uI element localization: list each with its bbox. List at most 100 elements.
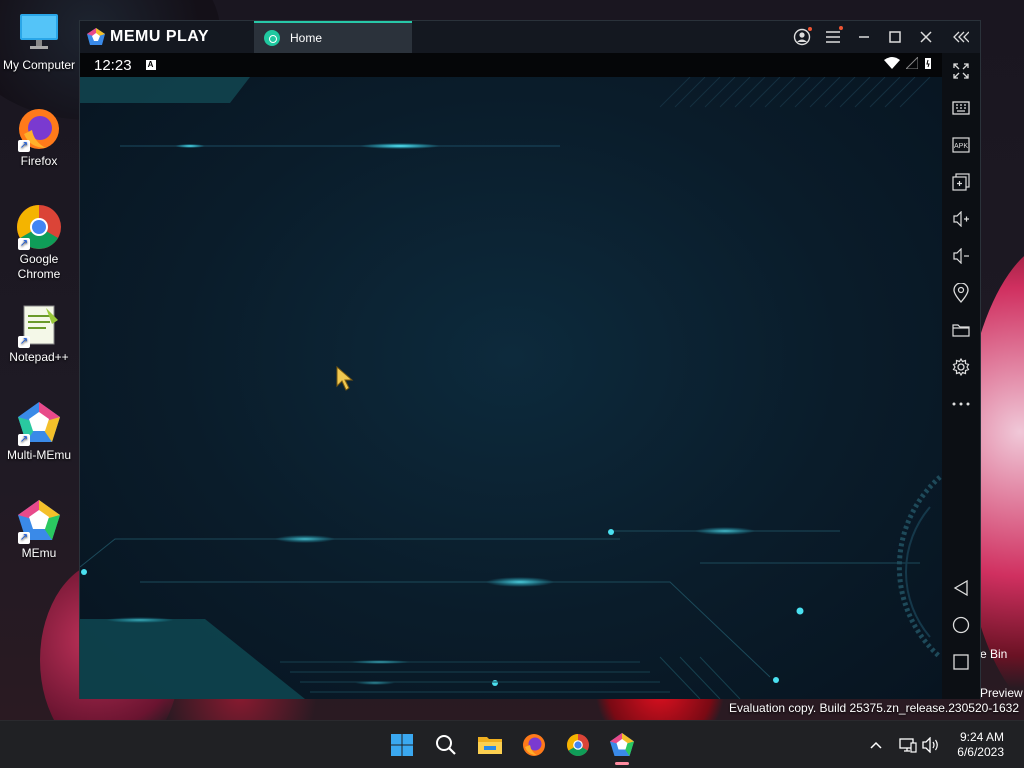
volume-button[interactable]: [921, 735, 941, 755]
recycle-bin-label[interactable]: e Bin: [980, 647, 1007, 661]
menu-icon: [826, 31, 840, 43]
mouse-cursor-icon: [336, 366, 354, 391]
keyboard-button[interactable]: [949, 96, 973, 120]
fullscreen-icon: [953, 63, 969, 79]
more-button[interactable]: [949, 392, 973, 416]
taskbar-chrome-button[interactable]: [562, 729, 594, 761]
minimize-button[interactable]: [852, 25, 876, 49]
android-status-bar: 12:23 A: [80, 53, 942, 77]
location-button[interactable]: [949, 281, 973, 305]
file-explorer-icon: [478, 737, 502, 754]
clock-date: 6/6/2023: [957, 745, 1004, 759]
taskbar-clock[interactable]: 9:24 AM 6/6/2023: [957, 730, 1004, 760]
memu-icon: ↗: [16, 498, 62, 544]
network-icon: [899, 738, 917, 753]
desktop-icon-label: Google Chrome: [17, 252, 61, 281]
notification-a-icon: A: [145, 60, 156, 70]
multi-window-icon: [952, 173, 970, 191]
multi-window-button[interactable]: [949, 170, 973, 194]
recents-button[interactable]: [949, 650, 973, 674]
taskbar-memu-button[interactable]: [606, 729, 638, 765]
network-button[interactable]: [898, 735, 918, 755]
firefox-icon: ↗: [16, 106, 62, 152]
apk-icon: APK: [952, 137, 970, 153]
battery-icon: [925, 58, 931, 69]
desktop-icon-chrome[interactable]: ↗ Google Chrome: [0, 204, 78, 282]
memu-titlebar[interactable]: MEMU PLAY Home: [80, 21, 980, 53]
volume-up-button[interactable]: [949, 207, 973, 231]
more-icon: [952, 402, 970, 406]
maximize-icon: [889, 31, 901, 43]
home-background-graphic: [80, 77, 942, 699]
recents-icon: [953, 654, 969, 670]
menu-button[interactable]: [821, 25, 845, 49]
desktop-icon-label: Firefox: [20, 154, 58, 168]
desktop-icon-label: Multi-MEmu: [6, 448, 71, 462]
taskbar: 9:24 AM 6/6/2023: [0, 720, 1024, 768]
maximize-button[interactable]: [883, 25, 907, 49]
wifi-icon: [884, 57, 900, 69]
signal-icon: [906, 57, 918, 69]
back-icon: [953, 580, 968, 596]
memu-logo: MEMU PLAY: [86, 27, 209, 47]
clock-time: 9:24 AM: [959, 730, 1004, 744]
fullscreen-button[interactable]: [949, 59, 973, 83]
desktop-icon-notepadpp[interactable]: ↗ Notepad++: [0, 302, 78, 364]
desktop-icon-label: MEmu: [21, 546, 57, 560]
memu-brand: MEMU PLAY: [110, 28, 210, 45]
collapse-sidebar-icon: [953, 31, 969, 43]
apk-icon-text: APK: [954, 143, 968, 150]
file-explorer-button[interactable]: [474, 729, 506, 761]
status-time: 12:23: [94, 56, 132, 74]
search-button[interactable]: [430, 729, 462, 761]
location-icon: [953, 283, 969, 303]
close-button[interactable]: [914, 25, 938, 49]
chrome-icon: ↗: [16, 204, 62, 250]
collapse-sidebar-button[interactable]: [949, 25, 973, 49]
firefox-icon: [523, 734, 545, 756]
volume-down-icon: [953, 248, 969, 264]
status-system-icons: [884, 57, 932, 69]
home-tab-icon: [264, 30, 280, 46]
speaker-icon: [922, 737, 938, 753]
desktop-icon-memu[interactable]: ↗ MEmu: [0, 498, 78, 560]
start-icon: [391, 734, 413, 756]
desktop-icon-label: Notepad++: [9, 350, 69, 364]
notepadpp-icon: ↗: [16, 302, 62, 348]
minimize-icon: [859, 36, 869, 38]
keyboard-icon: [952, 101, 970, 115]
search-icon: [436, 735, 456, 755]
desktop-icon-multi-memu[interactable]: ↗ Multi-MEmu: [0, 400, 78, 462]
tab-home-label: Home: [290, 31, 323, 45]
settings-button[interactable]: [949, 355, 973, 379]
memu-tool-sidebar: APK: [942, 53, 980, 699]
home-icon: [952, 616, 970, 634]
preview-watermark: Preview: [980, 686, 1023, 700]
taskbar-firefox-button[interactable]: [518, 729, 550, 761]
show-hidden-icons-button[interactable]: [866, 735, 886, 755]
tab-home[interactable]: Home: [254, 21, 412, 53]
home-button[interactable]: [949, 613, 973, 637]
chrome-icon: [567, 734, 589, 756]
monitor-icon: [16, 10, 62, 56]
apk-button[interactable]: APK: [949, 133, 973, 157]
evaluation-watermark: Evaluation copy. Build 25375.zn_release.…: [729, 701, 1019, 715]
settings-icon: [952, 358, 970, 376]
close-icon: [920, 31, 932, 43]
android-home-screen[interactable]: [80, 77, 942, 699]
memu-logo-icon: [87, 28, 105, 45]
desktop-icon-my-computer[interactable]: My Computer: [0, 10, 78, 72]
start-button[interactable]: [386, 729, 418, 761]
memu-window: MEMU PLAY Home 12:23 A APK: [79, 20, 981, 699]
account-button[interactable]: [790, 25, 814, 49]
chevron-up-icon: [870, 741, 882, 749]
folder-button[interactable]: [949, 318, 973, 342]
desktop-icon-firefox[interactable]: ↗ Firefox: [0, 106, 78, 168]
volume-up-icon: [953, 211, 969, 227]
multi-memu-icon: ↗: [16, 400, 62, 446]
memu-icon: [610, 733, 634, 756]
desktop-icon-label: My Computer: [2, 58, 76, 72]
folder-icon: [952, 324, 970, 337]
back-button[interactable]: [949, 576, 973, 600]
volume-down-button[interactable]: [949, 244, 973, 268]
